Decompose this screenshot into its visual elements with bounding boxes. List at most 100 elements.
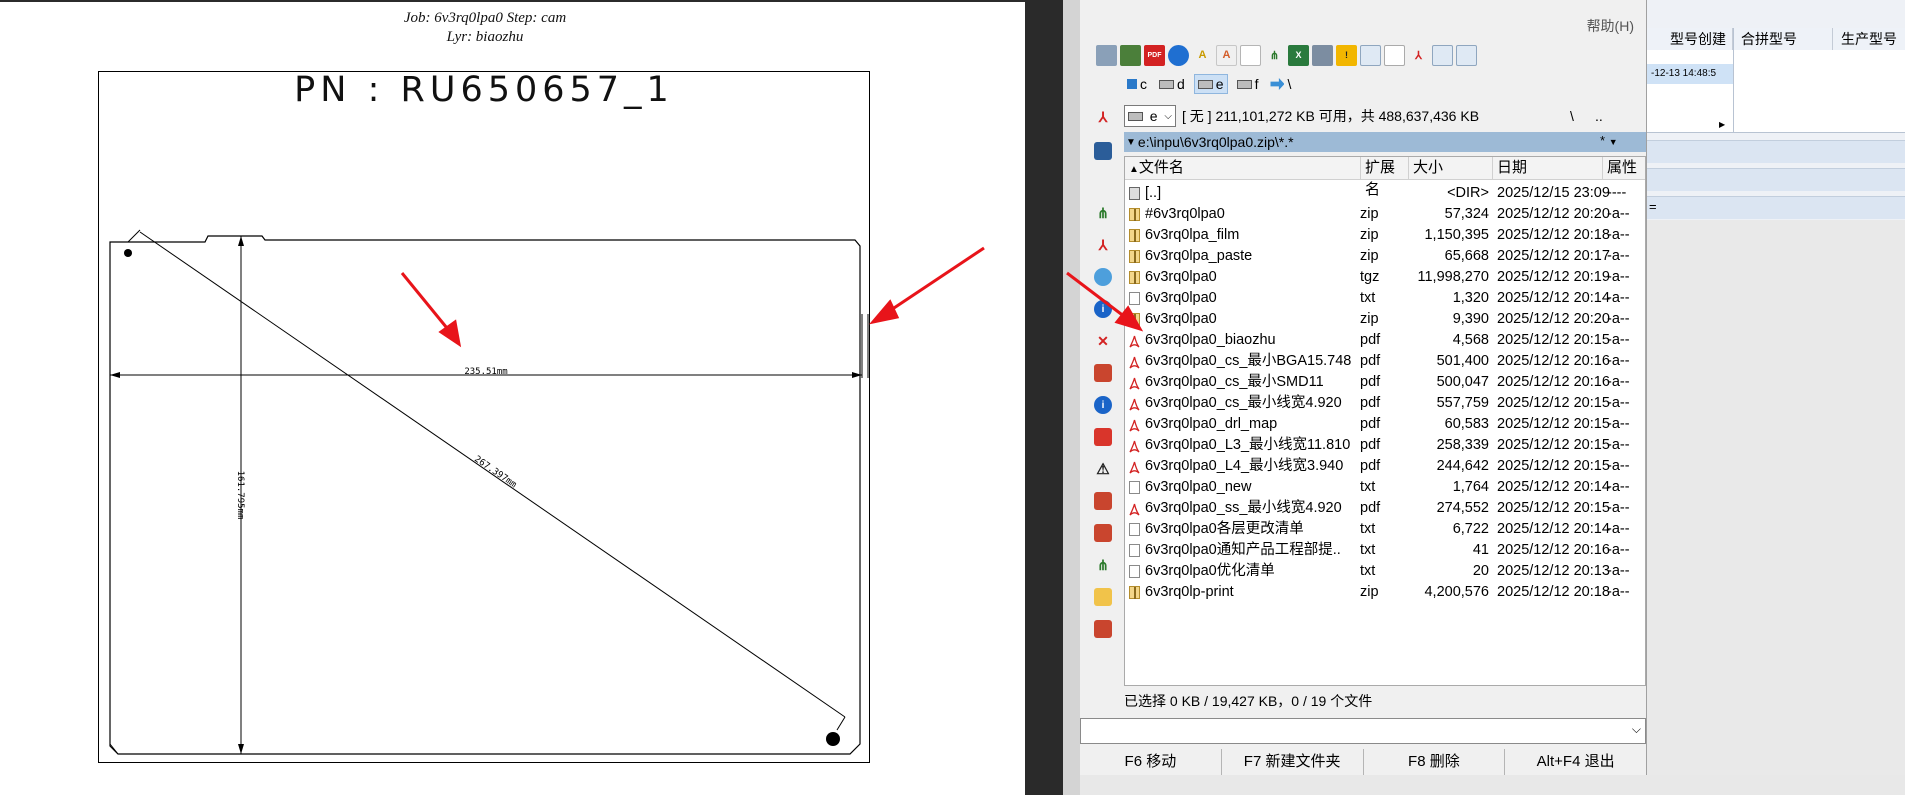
file-row[interactable]: 6v3rq0lpa_paste zip 65,668 2025/12/12 20:17… [1125,246,1645,267]
window-icon[interactable] [1094,142,1112,160]
shield-icon[interactable] [1094,428,1112,446]
folder-icon[interactable] [1094,588,1112,606]
selected-grid-cell[interactable]: -12-13 14:48:5 [1647,64,1733,84]
toolbar-excel-icon[interactable]: X [1288,44,1309,66]
zip-file-icon [1129,208,1140,221]
file-attr: -a-- [1607,206,1630,222]
file-row[interactable]: 6v3rq0lpa0_cs_最小SMD11 pdf 500,047 2025/12/1… [1125,372,1645,393]
file-row[interactable]: 6v3rq0lpa0_L3_最小线宽11.810 pdf 258,339 2025/1… [1125,435,1645,456]
txt-file-icon [1129,523,1140,536]
toolbar-blank-file-icon[interactable] [1384,44,1405,66]
file-attr: -a-- [1607,374,1630,390]
tree-icon-2[interactable]: ⋔ [1094,556,1112,574]
toolbar-document-icon[interactable] [1240,44,1261,66]
scroll-right-icon[interactable]: ▶ [1719,120,1725,129]
info-icon-2[interactable]: i [1094,396,1112,414]
help-menu[interactable]: 帮助(H) [1587,16,1634,36]
file-date: 2025/12/12 20:20 [1497,311,1610,327]
root-button[interactable]: \ [1570,108,1574,124]
image-icon-2[interactable] [1094,492,1112,510]
file-row[interactable]: 6v3rq0lpa0_ss_最小线宽4.920 pdf 274,552 2025/12… [1125,498,1645,519]
file-manager-window: 帮助(H) PDF A A ⋔ X ! ⅄ c d e f \ ⅄ ⋔ ⅄ i … [1080,0,1647,775]
delete-button[interactable]: F8 删除 [1364,749,1506,775]
file-row[interactable]: 6v3rq0lpa0_cs_最小BGA15.748 pdf 501,400 2025/… [1125,351,1645,372]
file-row[interactable]: 6v3rq0lpa0_L4_最小线宽3.940 pdf 244,642 2025/12… [1125,456,1645,477]
delete-icon[interactable]: ✕ [1094,332,1112,350]
info-icon[interactable]: i [1094,300,1112,318]
file-row[interactable]: 6v3rq0lpa_film zip 1,150,395 2025/12/12 20:… [1125,225,1645,246]
column-header-production-model[interactable]: 生产型号 [1833,28,1905,50]
toolbar-shield-icon[interactable]: ! [1336,44,1357,66]
file-size: 1,320 [1452,290,1489,306]
image-icon[interactable] [1094,364,1112,382]
command-line-input[interactable]: ⌵ [1080,718,1646,744]
file-row[interactable]: 6v3rq0lp-print zip 4,200,576 2025/12/12 20:… [1125,582,1645,603]
toolbar-network-icon[interactable] [1096,44,1117,66]
tree-icon[interactable]: ⋔ [1094,204,1112,222]
drive-button-c[interactable]: c [1124,75,1150,93]
pdf-file-icon [1129,460,1140,474]
pdf-icon[interactable]: ⅄ [1094,108,1112,126]
toolbar-panel2-icon[interactable] [1456,44,1477,66]
toolbar-text-icon[interactable]: A [1216,44,1237,66]
column-header-merged-model[interactable]: 合拼型号 [1733,28,1833,50]
file-row[interactable]: 6v3rq0lpa0_drl_map pdf 60,583 2025/12/12 20… [1125,414,1645,435]
file-row[interactable]: 6v3rq0lpa0 tgz 11,998,270 2025/12/12 20:19-… [1125,267,1645,288]
diagonal-dimension-label: 267.397mm [472,454,518,490]
column-header-attr[interactable]: 属性 [1603,157,1645,179]
toolbar-tree-icon[interactable]: ⋔ [1264,45,1285,66]
toolbar-settings-icon[interactable] [1312,44,1333,66]
drive-select[interactable]: e ⌵ [1124,105,1176,127]
file-row[interactable]: 6v3rq0lpa0各层更改清单 txt 6,722 2025/12/12 20:14… [1125,519,1645,540]
toolbar-font-icon[interactable]: A [1192,45,1213,66]
file-row[interactable]: 6v3rq0lpa0通知产品工程部提.. txt 41 2025/12/12 20:1… [1125,540,1645,561]
chevron-down-icon[interactable]: ⌵ [1632,722,1641,737]
filter-select[interactable]: * ▼ [1600,133,1618,148]
file-attr: -a-- [1607,584,1630,600]
network-drive-button[interactable]: \ [1267,75,1294,93]
drive-button-f[interactable]: f [1234,75,1262,93]
column-header-date[interactable]: 日期 [1493,157,1603,179]
file-row[interactable]: #6v3rq0lpa0 zip 57,324 2025/12/12 20:20 -a-- [1125,204,1645,225]
exit-button[interactable]: Alt+F4 退出 [1505,749,1646,775]
file-name: 6v3rq0lpa0各层更改清单 [1145,521,1304,537]
file-row[interactable]: 6v3rq0lpa0 txt 1,320 2025/12/12 20:14 -a-- [1125,288,1645,309]
file-row[interactable]: 6v3rq0lpa0_new txt 1,764 2025/12/12 20:14 -a… [1125,477,1645,498]
column-header-name[interactable]: ▲文件名 [1125,157,1361,179]
parent-button[interactable]: .. [1595,108,1603,124]
toolbar-sync-icon[interactable] [1168,44,1189,66]
file-row[interactable]: [..] <DIR> 2025/12/15 23:09 ---- [1125,183,1645,204]
image-icon-3[interactable] [1094,524,1112,542]
drive-button-e[interactable]: e [1193,74,1228,94]
column-header-ext[interactable]: 扩展名 [1361,157,1409,198]
column-header-size[interactable]: 大小 [1409,157,1493,179]
toolbar-pdf-icon[interactable]: PDF [1144,44,1165,66]
move-button[interactable]: F6 移动 [1080,749,1222,775]
file-date: 2025/12/12 20:14 [1497,521,1610,537]
chat-icon[interactable] [1094,268,1112,286]
warning-icon[interactable]: ⚠ [1094,460,1112,478]
column-header-model-created[interactable]: 型号创建 [1647,28,1733,50]
file-row[interactable]: 6v3rq0lpa0 zip 9,390 2025/12/12 20:20 -a-- [1125,309,1645,330]
drive-button-d[interactable]: d [1156,75,1188,93]
zip-file-icon [1129,586,1140,599]
file-date: 2025/12/12 20:16 [1497,353,1610,369]
file-size: 258,339 [1436,437,1489,453]
file-attr: -a-- [1607,332,1630,348]
toolbar-pdf-small-icon[interactable]: ⅄ [1408,45,1429,66]
file-row[interactable]: 6v3rq0lpa0_cs_最小线宽4.920 pdf 557,759 2025/12… [1125,393,1645,414]
toolbar-window-icon[interactable] [1360,44,1381,66]
pdf-icon-2[interactable]: ⅄ [1094,236,1112,254]
image-icon-4[interactable] [1094,620,1112,638]
file-row[interactable]: 6v3rq0lpa0_biaozhu pdf 4,568 2025/12/12 20:… [1125,330,1645,351]
file-row[interactable]: 6v3rq0lpa0优化清单 txt 20 2025/12/12 20:13 -a-- [1125,561,1645,582]
file-date: 2025/12/15 23:09 [1497,185,1610,201]
board-outline [109,235,861,755]
file-ext: pdf [1360,395,1381,411]
file-size: 6,722 [1452,521,1489,537]
path-bar[interactable]: ▼ e:\inpu\6v3rq0lpa0.zip\*.* [1124,132,1646,152]
toolbar-refresh-icon[interactable] [1120,44,1141,66]
file-attr: -a-- [1607,269,1630,285]
new-folder-button[interactable]: F7 新建文件夹 [1222,749,1364,775]
toolbar-panel-icon[interactable] [1432,44,1453,66]
